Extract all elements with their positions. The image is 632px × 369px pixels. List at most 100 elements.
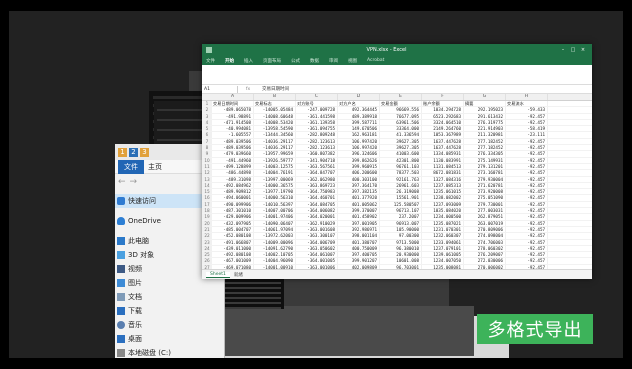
header-cell[interactable]: 交易标志 xyxy=(254,101,296,107)
table-cell[interactable]: 26.319008 xyxy=(380,189,422,195)
table-cell[interactable]: -14008.60648 xyxy=(254,113,296,119)
table-cell[interactable]: 96913.007 xyxy=(380,220,422,226)
table-cell[interactable]: -92.457 xyxy=(506,220,548,226)
table-cell[interactable]: 262.879051 xyxy=(464,214,506,220)
table-cell[interactable]: -247.009728 xyxy=(296,107,338,113)
table-cell[interactable]: 398.001104 xyxy=(338,233,380,239)
table-cell[interactable]: -92.457 xyxy=(506,145,548,151)
table-cell[interactable]: 274.098004 xyxy=(464,233,506,239)
table-cell[interactable]: -491.98891 xyxy=(212,113,254,119)
table-cell[interactable]: 292.195023 xyxy=(464,107,506,113)
table-cell[interactable]: -489.065078 xyxy=(212,107,254,113)
row-number[interactable]: 6 xyxy=(202,132,212,138)
table-cell[interactable]: -14004.96090 xyxy=(254,258,296,264)
close-icon[interactable]: × xyxy=(578,47,588,53)
table-cell[interactable]: -486.44898 xyxy=(212,170,254,176)
quick-access-button-3[interactable]: 3 xyxy=(140,147,149,157)
table-cell[interactable]: 1239.061005 xyxy=(422,252,464,258)
row-number[interactable]: 18 xyxy=(202,208,212,214)
header-cell[interactable]: 账户余额 xyxy=(422,101,464,107)
table-cell[interactable]: -364.847707 xyxy=(296,170,338,176)
table-cell[interactable]: -341.904718 xyxy=(296,157,338,163)
table-cell[interactable]: 63961.506 xyxy=(380,119,422,126)
table-cell[interactable]: -363.869723 xyxy=(296,182,338,189)
export-caption-button[interactable]: 多格式导出 xyxy=(477,314,593,344)
table-cell[interactable]: 96761.103 xyxy=(380,163,422,170)
nav-item-downloads[interactable]: 下载 xyxy=(115,304,224,318)
table-cell[interactable]: -361.139358 xyxy=(296,119,338,126)
table-cell[interactable]: 399.370007 xyxy=(338,208,380,214)
header-cell[interactable]: 对方账号 xyxy=(296,101,338,107)
column-header[interactable]: G xyxy=(464,94,506,100)
table-cell[interactable]: 41.336594 xyxy=(380,132,422,138)
table-cell[interactable]: 1131.084513 xyxy=(422,163,464,170)
table-cell[interactable]: 275.051090 xyxy=(464,195,506,201)
table-cell[interactable]: -363.001608 xyxy=(296,226,338,233)
table-cell[interactable]: -364.084705 xyxy=(296,201,338,208)
row-number[interactable]: 12 xyxy=(202,170,212,176)
table-cell[interactable]: -361.441598 xyxy=(296,113,338,119)
table-cell[interactable]: 492.364445 xyxy=(338,107,380,113)
table-cell[interactable]: -429.009906 xyxy=(212,214,254,220)
row-number[interactable]: 11 xyxy=(202,163,212,170)
table-cell[interactable]: -92.457 xyxy=(506,151,548,157)
table-cell[interactable]: -92.457 xyxy=(506,113,548,119)
table-cell[interactable]: -492.084962 xyxy=(212,182,254,189)
row-number[interactable]: 7 xyxy=(202,138,212,145)
row-number[interactable]: 26 xyxy=(202,258,212,264)
table-cell[interactable]: 399.862626 xyxy=(338,157,380,163)
table-cell[interactable]: 396.324606 xyxy=(338,151,380,157)
table-cell[interactable]: -13977.19790 xyxy=(254,189,296,195)
table-cell[interactable]: -13958.54590 xyxy=(254,126,296,132)
table-cell[interactable]: -364.006709 xyxy=(296,239,338,245)
table-cell[interactable]: 406.200600 xyxy=(338,170,380,176)
header-cell[interactable]: 交易日期时间 xyxy=(212,101,254,107)
quick-access-button-1[interactable]: 1 xyxy=(118,147,127,157)
table-cell[interactable]: 273.920008 xyxy=(464,189,506,195)
table-cell[interactable]: 6523.292683 xyxy=(422,113,464,119)
table-cell[interactable]: -489.909812 xyxy=(212,189,254,195)
table-cell[interactable]: 39627.305 xyxy=(380,145,422,151)
table-cell[interactable]: 397.364170 xyxy=(338,182,380,189)
table-cell[interactable]: 105.90000 xyxy=(380,226,422,233)
row-number[interactable]: 15 xyxy=(202,189,212,195)
table-cell[interactable]: -282.123613 xyxy=(296,145,338,151)
table-cell[interactable]: 401.380707 xyxy=(338,239,380,245)
table-cell[interactable]: -13997.00069 xyxy=(254,176,296,182)
table-cell[interactable]: -491.066807 xyxy=(212,239,254,245)
ribbon-tab-review[interactable]: 审阅 xyxy=(329,58,338,64)
table-cell[interactable]: 291.613432 xyxy=(464,113,506,119)
table-cell[interactable]: -59.433 xyxy=(506,107,548,113)
table-cell[interactable]: -485.004707 xyxy=(212,226,254,233)
table-cell[interactable]: -92.457 xyxy=(506,189,548,195)
table-cell[interactable]: -13926.59777 xyxy=(254,157,296,163)
table-cell[interactable]: -92.457 xyxy=(506,214,548,220)
table-cell[interactable]: 274.706003 xyxy=(464,239,506,245)
table-cell[interactable]: 149.670506 xyxy=(338,126,380,132)
table-cell[interactable]: 20.930000 xyxy=(380,252,422,258)
table-cell[interactable]: -282.123613 xyxy=(296,138,338,145)
table-cell[interactable]: -492.080108 xyxy=(212,252,254,258)
header-cell[interactable]: 交易金额 xyxy=(380,101,422,107)
header-cell[interactable]: 对方户名 xyxy=(338,101,380,107)
nav-item-local-disk[interactable]: 本地磁盘 (C:) xyxy=(115,346,224,358)
back-arrow-icon[interactable]: ← xyxy=(118,177,126,187)
table-cell[interactable]: 279.730001 xyxy=(464,201,506,208)
row-number[interactable]: 9 xyxy=(202,151,212,157)
table-cell[interactable]: 125.580507 xyxy=(380,201,422,208)
table-cell[interactable]: 1334.085931 xyxy=(422,151,464,157)
table-cell[interactable]: 1232.060307 xyxy=(422,233,464,239)
table-cell[interactable]: -361.094755 xyxy=(296,126,338,132)
table-cell[interactable]: -92.457 xyxy=(506,201,548,208)
nav-item-documents[interactable]: 文档 xyxy=(115,290,224,304)
table-cell[interactable]: -282.809248 xyxy=(296,132,338,138)
ribbon-tab-view[interactable]: 视图 xyxy=(348,58,357,64)
row-number[interactable]: 20 xyxy=(202,220,212,226)
file-tab[interactable]: 文件 xyxy=(118,159,144,174)
table-cell[interactable]: -92.457 xyxy=(506,258,548,264)
table-cell[interactable]: -92.457 xyxy=(506,119,548,126)
table-cell[interactable]: -363.567561 xyxy=(296,163,338,170)
row-number[interactable]: 23 xyxy=(202,239,212,245)
table-cell[interactable]: 1637.447628 xyxy=(422,145,464,151)
table-cell[interactable]: 270.809006 xyxy=(464,226,506,233)
